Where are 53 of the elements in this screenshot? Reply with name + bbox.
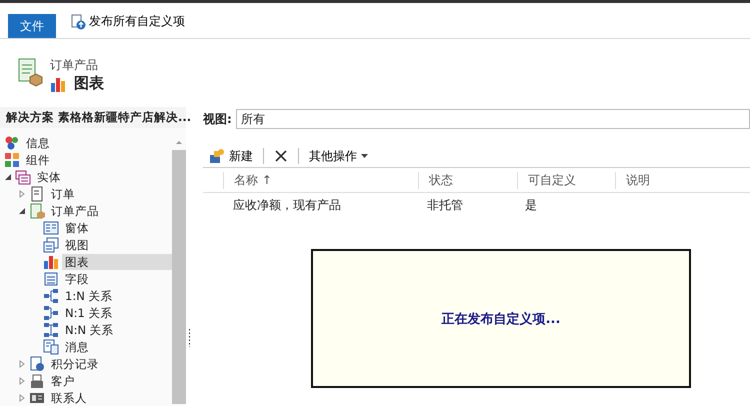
tree-item[interactable]: 订单产品 [48, 202, 102, 218]
colored-dots-icon [4, 134, 20, 150]
tree-item[interactable]: 窗体 [62, 220, 92, 236]
tree-item[interactable]: 字段 [62, 270, 92, 286]
table-cell-text: 非托管 [426, 196, 464, 214]
tree-item[interactable]: 图表 [62, 254, 172, 270]
column-header[interactable]: 可自定义 [517, 172, 615, 188]
view-field[interactable]: 所有 [236, 109, 750, 129]
bar-chart-icon [43, 254, 59, 270]
tree-item[interactable]: 1:N 关系 [62, 288, 116, 304]
tree-item[interactable]: 客户 [48, 372, 78, 388]
four-squares-icon [4, 152, 20, 168]
x-icon [274, 149, 288, 163]
tree-item[interactable]: 组件 [23, 152, 53, 168]
progress-message: 正在发布自定义项... [442, 310, 560, 328]
more-actions-button[interactable]: 其他操作 [307, 148, 370, 164]
tree-item[interactable]: 实体 [34, 168, 64, 184]
table-cell-text: 应收净额，现有产品 [232, 196, 342, 214]
tree-item[interactable]: N:1 关系 [62, 304, 116, 320]
tree-item[interactable]: 视图 [62, 236, 92, 252]
building-icon [29, 372, 45, 388]
one-to-many-icon [43, 288, 59, 304]
tree-item[interactable]: 订单 [48, 186, 78, 202]
list-icon [43, 270, 59, 286]
caret-icon [361, 154, 368, 158]
many-to-many-icon [43, 322, 59, 338]
column-header[interactable]: 名称 ↑ [223, 172, 418, 188]
stacked-windows-icon [43, 236, 59, 252]
column-header[interactable]: 说明 [615, 172, 750, 188]
document-gear-icon [29, 356, 45, 372]
entity-name: 订单产品 [50, 57, 99, 74]
stacked-documents-icon [15, 168, 31, 184]
column-header[interactable]: 状态 [418, 172, 517, 188]
tree-item[interactable]: 信息 [23, 134, 53, 150]
page-title: 图表 [74, 74, 104, 93]
file-tab[interactable]: 文件 [8, 14, 56, 38]
view-label: 视图: [203, 110, 232, 128]
many-to-one-icon [43, 304, 59, 320]
document-icon [29, 186, 45, 202]
new-button[interactable]: 新建 [207, 148, 255, 164]
message-document-icon [43, 338, 59, 354]
form-icon [43, 220, 59, 236]
entity-document-icon [16, 57, 44, 87]
tree-item[interactable]: 积分记录 [48, 356, 102, 372]
splitter-grip [188, 329, 191, 347]
publish-all-button[interactable]: 发布所有自定义项 [70, 13, 185, 30]
tree-item[interactable]: N:N 关系 [62, 322, 117, 338]
new-record-icon [209, 148, 225, 164]
tree-item[interactable]: 联系人 [48, 390, 90, 406]
tree-item[interactable]: 消息 [62, 338, 92, 354]
table-cell-text: 是 [524, 196, 538, 214]
document-box-icon [29, 202, 45, 218]
document-upload-icon [70, 14, 86, 30]
